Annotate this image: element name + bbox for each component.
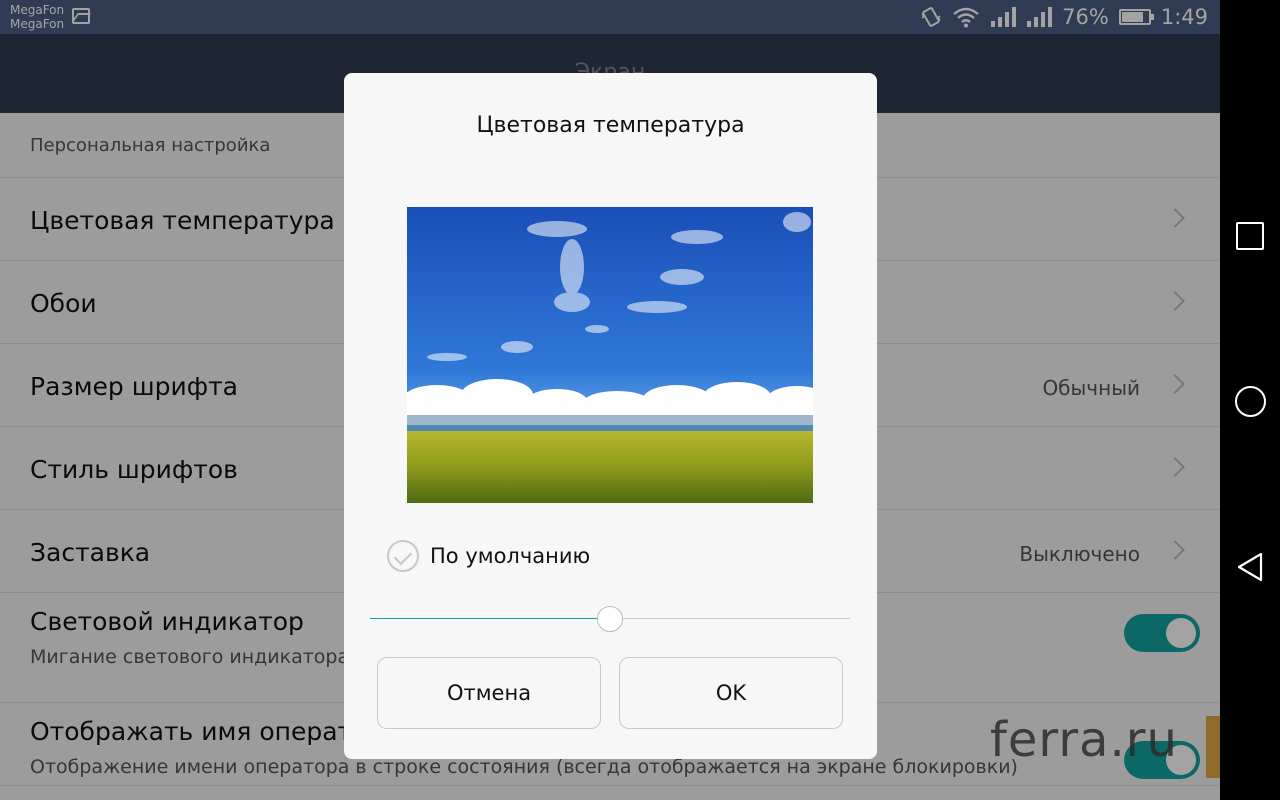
navigation-bar	[1220, 0, 1280, 800]
color-temperature-slider[interactable]	[370, 605, 850, 633]
default-option[interactable]: По умолчанию	[387, 539, 590, 573]
color-temperature-dialog: Цветовая температура По умолчанию Отмена…	[344, 73, 877, 759]
dialog-title: Цветовая температура	[476, 113, 745, 138]
default-label: По умолчанию	[430, 544, 591, 568]
slider-fill	[370, 618, 610, 619]
default-checkbox[interactable]	[387, 540, 419, 572]
preview-image	[407, 207, 813, 503]
home-button[interactable]	[1235, 386, 1266, 417]
ok-button[interactable]: OK	[619, 657, 843, 729]
back-button[interactable]	[1236, 552, 1264, 582]
recent-apps-button[interactable]	[1236, 222, 1264, 250]
cancel-button[interactable]: Отмена	[377, 657, 601, 729]
slider-thumb[interactable]	[597, 606, 623, 632]
